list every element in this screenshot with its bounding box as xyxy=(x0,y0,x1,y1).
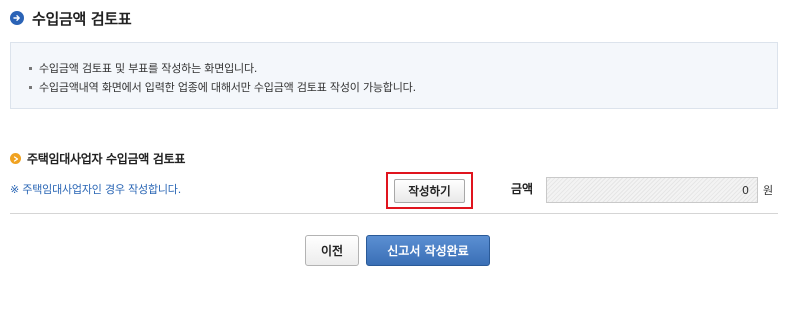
currency-unit: 원 xyxy=(763,184,774,197)
info-box: 수입금액 검토표 및 부표를 작성하는 화면입니다. 수입금액내역 화면에서 입… xyxy=(10,42,778,109)
info-text: 수입금액 검토표 및 부표를 작성하는 화면입니다. xyxy=(39,62,258,75)
write-button[interactable]: 작성하기 xyxy=(394,179,465,203)
section-header: 주택임대사업자 수입금액 검토표 xyxy=(10,150,185,167)
page-header: 수입금액 검토표 xyxy=(10,7,132,29)
divider xyxy=(10,213,778,214)
bullet-icon xyxy=(29,66,32,70)
bullet-icon xyxy=(29,85,32,89)
prev-button[interactable]: 이전 xyxy=(305,235,359,266)
section-note: ※ 주택임대사업자인 경우 작성합니다. xyxy=(10,183,182,196)
info-line: 수입금액내역 화면에서 입력한 업종에 대해서만 수입금액 검토표 작성이 가능… xyxy=(29,79,416,95)
amount-label: 금액 xyxy=(511,182,534,196)
info-line: 수입금액 검토표 및 부표를 작성하는 화면입니다. xyxy=(29,60,257,76)
complete-button[interactable]: 신고서 작성완료 xyxy=(366,235,490,266)
section-title: 주택임대사업자 수입금액 검토표 xyxy=(27,152,186,166)
info-text: 수입금액내역 화면에서 입력한 업종에 대해서만 수입금액 검토표 작성이 가능… xyxy=(39,81,416,94)
arrow-right-circle-icon xyxy=(10,11,24,25)
bullet-circle-icon xyxy=(10,153,21,164)
amount-field xyxy=(546,177,758,203)
page-title: 수입금액 검토표 xyxy=(32,9,132,28)
